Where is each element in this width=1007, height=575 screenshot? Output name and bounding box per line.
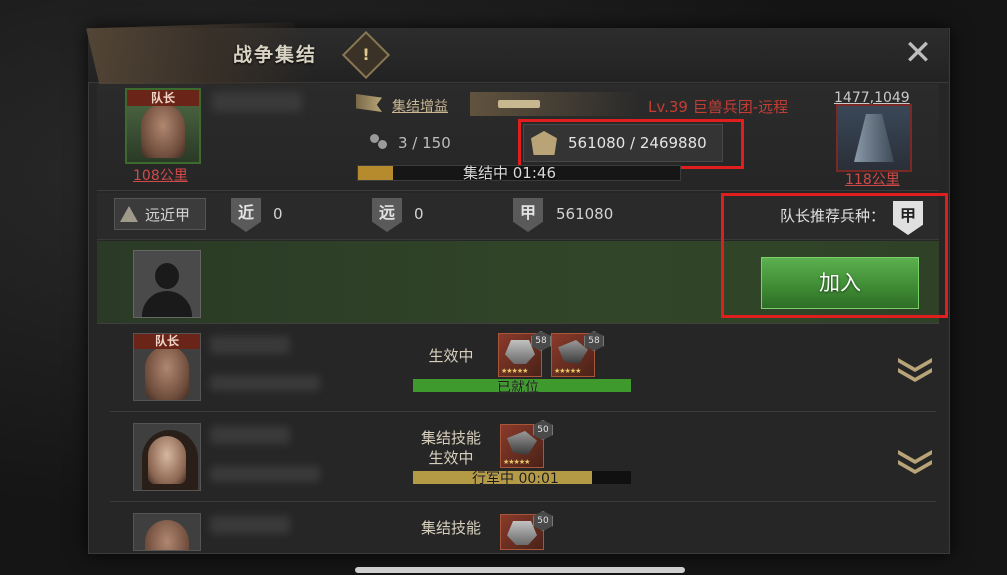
member-avatar[interactable]: 队长 <box>133 333 201 401</box>
member-status: 集结技能 生效中 <box>420 429 481 467</box>
leader-distance[interactable]: 108公里 <box>133 165 188 185</box>
member-name-blurred <box>210 336 290 354</box>
highlight-box-join <box>721 193 948 318</box>
member-avatar[interactable] <box>133 423 201 491</box>
rifle-icon <box>498 100 540 108</box>
empty-slot-avatar <box>133 250 201 318</box>
enemy-distance[interactable]: 118公里 <box>845 169 900 189</box>
enemy-avatar[interactable] <box>836 104 912 172</box>
member-avatar[interactable] <box>133 513 201 551</box>
armor-value: 561080 <box>556 205 614 223</box>
member-status: 集结技能 <box>420 519 481 537</box>
members-icon <box>370 134 388 150</box>
dinosaur-unit-icon <box>507 431 537 455</box>
home-indicator <box>355 567 685 573</box>
member-alliance-blurred <box>210 375 320 391</box>
target-label: Lv.39 巨兽兵团-远程 <box>648 98 789 116</box>
melee-value: 0 <box>273 205 283 223</box>
dinosaur-unit-icon <box>558 340 588 364</box>
member-progress-text: 行军中 00:01 <box>472 471 559 487</box>
leader-tag: 队长 <box>127 90 199 106</box>
leader-avatar[interactable]: 队长 <box>125 88 201 164</box>
close-button[interactable]: ✕ <box>900 36 936 72</box>
mech-unit-icon <box>505 340 535 364</box>
expand-chevron-icon[interactable] <box>898 450 932 476</box>
member-name-blurred <box>210 516 290 534</box>
member-count: 3 / 150 <box>398 134 451 152</box>
member-progress-text: 已就位 <box>497 380 539 396</box>
leader-name-blurred <box>212 92 302 112</box>
mech-unit-icon <box>507 521 537 545</box>
member-status: 生效中 <box>428 347 474 365</box>
rally-progress-text: 集结中 01:46 <box>463 164 556 182</box>
weapon-banner <box>470 92 640 116</box>
member-name-blurred <box>210 426 290 444</box>
rally-bonus-link[interactable]: 集结增益 <box>392 96 448 116</box>
ranged-value: 0 <box>414 205 424 223</box>
member-alliance-blurred <box>210 466 320 482</box>
rally-progress-fill <box>358 166 393 180</box>
enemy-mech-icon <box>854 114 894 162</box>
panel-title: 战争集结 <box>233 44 318 66</box>
expand-chevron-icon[interactable] <box>898 358 932 384</box>
leader-portrait <box>141 104 185 158</box>
member-leader-tag: 队长 <box>134 334 200 349</box>
